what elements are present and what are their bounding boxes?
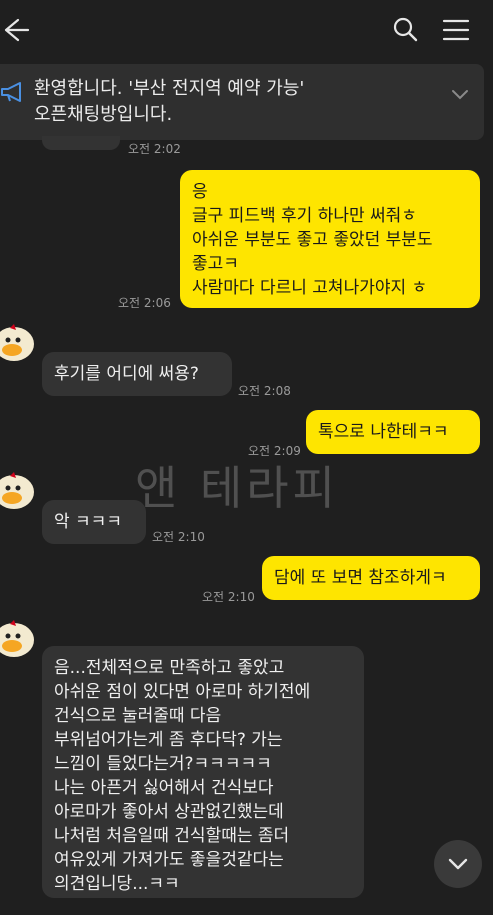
menu-icon[interactable]: [438, 14, 474, 46]
avatar-icon[interactable]: [0, 322, 36, 362]
my-message-bubble[interactable]: 담에 또 보면 참조하게ㅋ: [262, 556, 480, 600]
message-time: 오전 2:02: [128, 142, 181, 156]
megaphone-icon: [0, 80, 28, 104]
message-time: 오전 2:10: [152, 530, 205, 544]
my-message-bubble[interactable]: 응 글구 피드백 후기 하나만 써줘ㅎ 아쉬운 부분도 좋고 좋았던 부분도 좋…: [180, 170, 480, 308]
search-icon[interactable]: [390, 14, 422, 46]
other-message-bubble[interactable]: 후기를 어디에 써용?: [42, 352, 232, 396]
notice-text: 환영합니다. '부산 전지역 예약 가능' 오픈채팅방입니다.: [34, 78, 305, 125]
notice-banner[interactable]: 환영합니다. '부산 전지역 예약 가능' 오픈채팅방입니다.: [0, 64, 484, 140]
scroll-down-icon: [448, 858, 468, 870]
top-bar: [0, 0, 493, 60]
my-message-bubble[interactable]: 톡으로 나한테ㅋㅋ: [306, 410, 480, 454]
message-time: 오전 2:06: [118, 296, 171, 310]
other-message-bubble[interactable]: 악 ㅋㅋㅋ: [42, 500, 146, 544]
chevron-down-icon[interactable]: [446, 82, 474, 106]
other-message-bubble[interactable]: 음...전체적으로 만족하고 좋았고 아쉬운 점이 있다면 아로마 하기전에 건…: [42, 646, 364, 898]
scroll-down-button[interactable]: [434, 840, 482, 888]
avatar-icon[interactable]: [0, 618, 36, 658]
watermark: 앤 테라피: [135, 461, 339, 515]
partial-message-bubble: [42, 136, 120, 150]
message-time: 오전 2:08: [238, 384, 291, 398]
message-time: 오전 2:10: [202, 590, 255, 604]
back-arrow-icon[interactable]: [0, 14, 32, 46]
avatar-icon[interactable]: [0, 470, 36, 510]
